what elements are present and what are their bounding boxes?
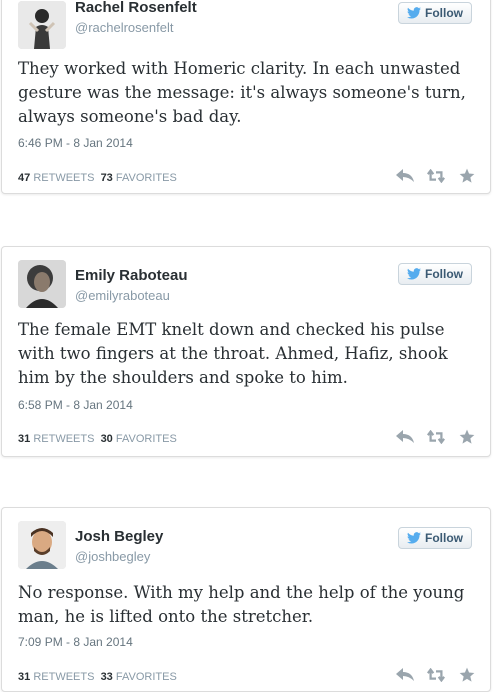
follow-label: Follow xyxy=(425,6,463,20)
tweet-actions xyxy=(396,167,476,185)
favorite-count[interactable]: 33 xyxy=(101,671,113,683)
reply-icon[interactable] xyxy=(396,428,414,446)
favorite-count[interactable]: 73 xyxy=(101,172,113,184)
follow-button[interactable]: Follow xyxy=(398,2,472,24)
avatar[interactable] xyxy=(18,521,66,569)
retweets-label: RETWEETS xyxy=(33,671,95,683)
reply-icon[interactable] xyxy=(396,666,414,684)
avatar[interactable] xyxy=(18,260,66,308)
user-handle[interactable]: @rachelrosenfelt xyxy=(75,20,173,35)
tweet-timestamp[interactable]: 6:58 PM - 8 Jan 2014 xyxy=(18,398,133,412)
tweet-stats: 31 RETWEETS 33 FAVORITES xyxy=(18,671,177,683)
favorites-label: FAVORITES xyxy=(115,433,177,445)
favorite-star-icon[interactable] xyxy=(458,428,476,446)
retweet-count[interactable]: 47 xyxy=(18,172,30,184)
favorites-label: FAVORITES xyxy=(115,172,177,184)
tweet-text: They worked with Homeric clarity. In eac… xyxy=(18,59,466,126)
tweet-stats: 31 RETWEETS 30 FAVORITES xyxy=(18,433,177,445)
tweet-card: Emily Raboteau @emilyraboteau Follow The… xyxy=(1,246,491,457)
tweet-card: Josh Begley @joshbegley Follow No respon… xyxy=(1,507,491,692)
favorite-star-icon[interactable] xyxy=(458,666,476,684)
user-handle[interactable]: @joshbegley xyxy=(75,549,150,564)
tweet-timestamp[interactable]: 7:09 PM - 8 Jan 2014 xyxy=(18,635,133,649)
follow-label: Follow xyxy=(425,531,463,545)
retweet-icon[interactable] xyxy=(427,666,445,684)
tweet-card: Rachel Rosenfelt @rachelrosenfelt Follow… xyxy=(1,0,491,194)
retweet-count[interactable]: 31 xyxy=(18,671,30,683)
tweet-text: No response. With my help and the help o… xyxy=(18,583,465,626)
tweet-timestamp[interactable]: 6:46 PM - 8 Jan 2014 xyxy=(18,136,133,150)
twitter-bird-icon xyxy=(407,7,421,19)
retweet-icon[interactable] xyxy=(427,428,445,446)
follow-label: Follow xyxy=(425,267,463,281)
retweet-icon[interactable] xyxy=(427,167,445,185)
tweet-actions xyxy=(396,666,476,684)
tweet-actions xyxy=(396,428,476,446)
display-name[interactable]: Emily Raboteau xyxy=(75,267,188,284)
tweet-stats: 47 RETWEETS 73 FAVORITES xyxy=(18,172,177,184)
display-name[interactable]: Josh Begley xyxy=(75,528,163,545)
reply-icon[interactable] xyxy=(396,167,414,185)
retweets-label: RETWEETS xyxy=(33,172,95,184)
retweet-count[interactable]: 31 xyxy=(18,433,30,445)
favorite-star-icon[interactable] xyxy=(458,167,476,185)
tweet-text: The female EMT knelt down and checked hi… xyxy=(18,320,448,387)
follow-button[interactable]: Follow xyxy=(398,527,472,549)
follow-button[interactable]: Follow xyxy=(398,263,472,285)
retweets-label: RETWEETS xyxy=(33,433,95,445)
favorite-count[interactable]: 30 xyxy=(101,433,113,445)
twitter-bird-icon xyxy=(407,532,421,544)
favorites-label: FAVORITES xyxy=(115,671,177,683)
twitter-bird-icon xyxy=(407,268,421,280)
user-handle[interactable]: @emilyraboteau xyxy=(75,288,170,303)
avatar[interactable] xyxy=(18,1,66,49)
display-name[interactable]: Rachel Rosenfelt xyxy=(75,0,197,16)
